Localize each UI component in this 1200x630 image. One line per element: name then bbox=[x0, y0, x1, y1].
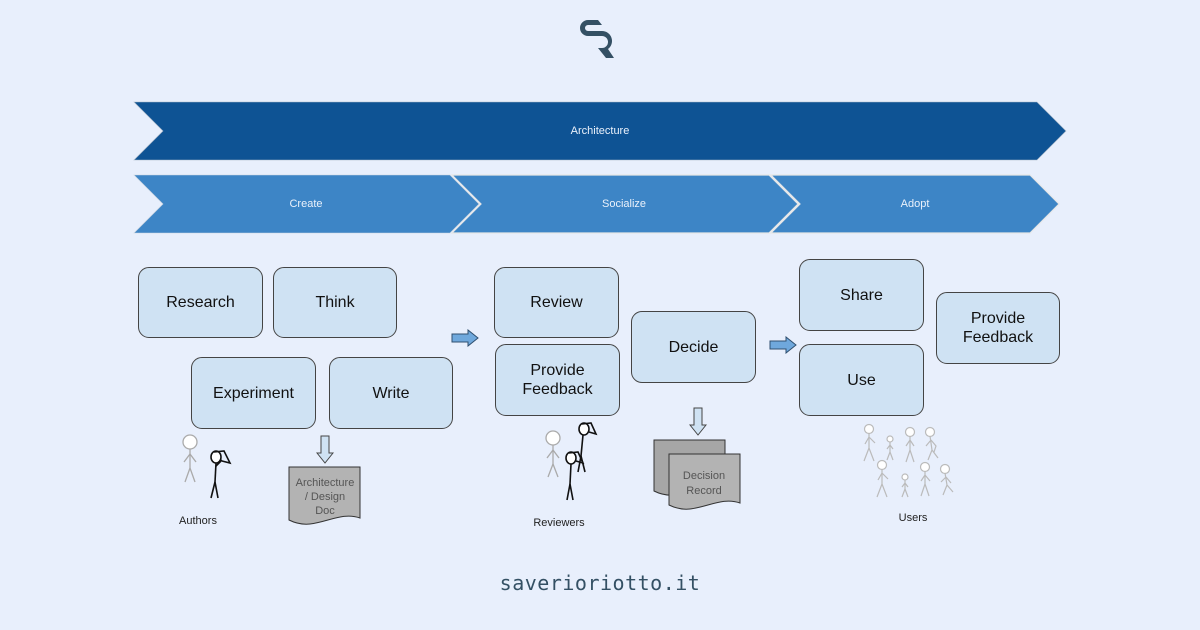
decision-doc-line-2: Record bbox=[686, 485, 721, 497]
box-provide-feedback-reviewers: Provide Feedback bbox=[495, 344, 620, 416]
site-url[interactable]: saverioriotto.it bbox=[0, 571, 1200, 595]
doc-line-3: Doc bbox=[315, 505, 335, 517]
down-arrow-icon bbox=[689, 407, 707, 436]
box-use: Use bbox=[799, 344, 924, 416]
architecture-label: Architecture bbox=[570, 125, 630, 137]
box-review: Review bbox=[494, 267, 619, 338]
phase-label-create: Create bbox=[289, 198, 323, 210]
box-write: Write bbox=[329, 357, 453, 429]
users-figures-icon bbox=[863, 423, 954, 498]
box-share: Share bbox=[799, 259, 924, 331]
box-research: Research bbox=[138, 267, 263, 338]
box-think: Think bbox=[273, 267, 397, 338]
reviewers-label: Reviewers bbox=[533, 517, 585, 529]
phase-label-socialize: Socialize bbox=[601, 198, 647, 210]
decision-record-doc-icon: Decision Record bbox=[653, 439, 741, 510]
reviewers-figures-icon bbox=[545, 422, 598, 501]
doc-line-2: / Design bbox=[305, 491, 345, 503]
right-arrow-icon bbox=[769, 336, 797, 354]
architecture-doc-icon: Architecture / Design Doc bbox=[288, 466, 361, 525]
authors-label: Authors bbox=[179, 515, 217, 527]
doc-line-1: Architecture bbox=[296, 477, 355, 489]
phase-label-adopt: Adopt bbox=[900, 198, 930, 210]
box-experiment: Experiment bbox=[191, 357, 316, 429]
box-decide: Decide bbox=[631, 311, 756, 383]
decision-doc-line-1: Decision bbox=[683, 470, 725, 482]
box-provide-feedback-users: Provide Feedback bbox=[936, 292, 1060, 364]
users-label: Users bbox=[898, 512, 928, 524]
down-arrow-icon bbox=[316, 435, 334, 464]
right-arrow-icon bbox=[451, 329, 479, 347]
authors-figures-icon bbox=[182, 434, 232, 499]
